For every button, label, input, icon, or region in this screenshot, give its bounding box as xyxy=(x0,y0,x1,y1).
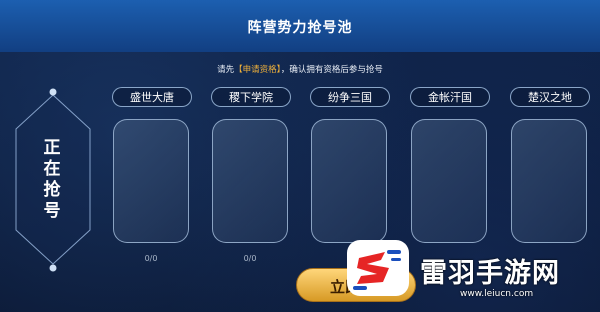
frame-dot-bottom xyxy=(49,264,57,272)
frame-dot-top xyxy=(49,88,57,96)
grabbing-status-label: 正 在 抢 号 xyxy=(43,138,61,221)
account-slot-golden-horde[interactable] xyxy=(411,119,487,243)
watermark-site-name: 雷羽手游网 xyxy=(420,258,560,289)
account-slot-jixia[interactable] xyxy=(212,119,288,243)
header-bar: 阵营势力抢号池 xyxy=(0,0,600,52)
account-slot-three-kingdoms[interactable] xyxy=(311,119,387,243)
account-slot-chu-han[interactable] xyxy=(511,119,587,243)
faction-tab-three-kingdoms[interactable]: 纷争三国 xyxy=(310,87,390,107)
account-slot-tang[interactable] xyxy=(113,119,189,243)
faction-tab-golden-horde[interactable]: 金帐汗国 xyxy=(410,87,490,107)
watermark-logo-icon xyxy=(347,240,409,296)
qualification-notice: 请先【申请资格】，确认拥有资格后参与抢号 xyxy=(0,63,600,75)
notice-suffix: ，确认拥有资格后参与抢号 xyxy=(280,65,383,75)
apply-qualification-link[interactable]: 【申请资格】 xyxy=(234,65,281,75)
page-title: 阵营势力抢号池 xyxy=(247,20,353,36)
faction-tab-jixia[interactable]: 稷下学院 xyxy=(211,87,291,107)
watermark-url: www.leiucn.com xyxy=(460,289,534,299)
faction-tab-chu-han[interactable]: 楚汉之地 xyxy=(510,87,590,107)
slot-count-tang: 0/0 xyxy=(144,254,158,263)
faction-tab-tang[interactable]: 盛世大唐 xyxy=(112,87,192,107)
notice-prefix: 请先 xyxy=(217,65,235,75)
slot-count-jixia: 0/0 xyxy=(243,254,257,263)
